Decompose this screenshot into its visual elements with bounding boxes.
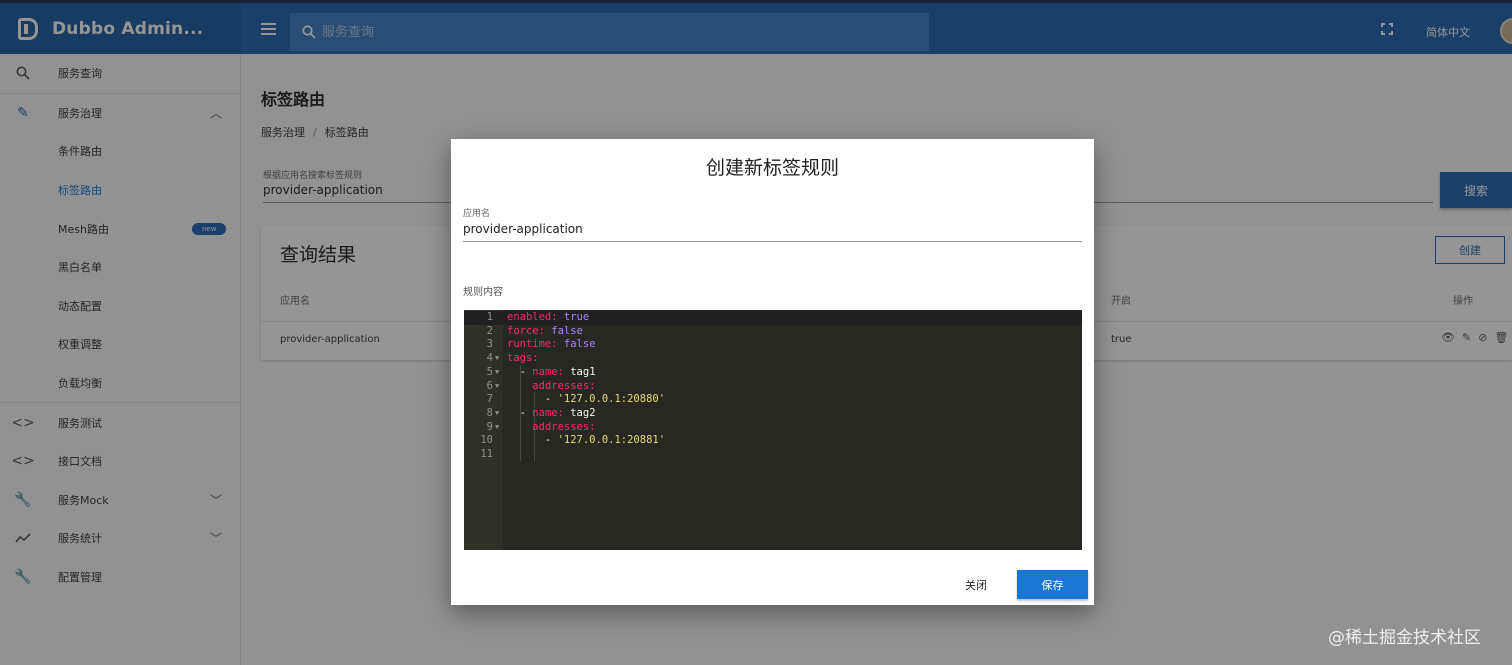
code-text: force: false [507, 324, 583, 337]
close-button[interactable]: 关闭 [954, 571, 998, 599]
line-number: 2 [486, 324, 493, 337]
code-line: 5 ▼ - name: tag1 [464, 366, 1082, 380]
line-number: 1 [486, 311, 493, 323]
code-text: enabled: true [507, 311, 590, 323]
line-number: 5 [486, 365, 493, 378]
save-button[interactable]: 保存 [1017, 570, 1088, 599]
code-text: addresses: [532, 420, 596, 433]
rule-code-editor[interactable]: 1 enabled: true 2 force: false 3 runtime… [464, 310, 1082, 550]
fold-icon[interactable]: ▼ [495, 380, 499, 394]
line-number: 8 [486, 406, 493, 419]
code-line: 7 - '127.0.0.1:20880' [464, 393, 1082, 407]
code-line: 3 runtime: false [464, 338, 1082, 352]
code-line: 10 - '127.0.0.1:20881' [464, 434, 1082, 448]
code-line: 9 ▼ addresses: [464, 421, 1082, 435]
code-text: - '127.0.0.1:20880' [507, 393, 666, 406]
fold-icon[interactable]: ▼ [495, 366, 499, 380]
code-text: runtime: false [507, 338, 596, 351]
code-line: 2 force: false [464, 325, 1082, 339]
dialog-title: 创建新标签规则 [705, 157, 839, 179]
code-text: tags: [507, 352, 539, 365]
line-number: 4 [486, 352, 493, 365]
rule-content-label: 规则内容 [463, 287, 503, 298]
app-name-field[interactable]: 应用名 provider-application [463, 206, 1082, 242]
line-number: 9 [486, 420, 493, 433]
watermark: @稀土掘金技术社区 [1328, 628, 1481, 648]
line-number: 10 [480, 434, 493, 447]
fold-icon[interactable]: ▼ [495, 421, 499, 435]
code-line: 6 ▼ addresses: [464, 380, 1082, 394]
line-number: 3 [486, 338, 493, 351]
code-line: 11 [464, 448, 1082, 462]
code-line: 4 ▼ tags: [464, 352, 1082, 366]
code-text: addresses: [532, 379, 596, 392]
code-text: - name: tag2 [507, 406, 596, 419]
code-text: - '127.0.0.1:20881' [507, 434, 666, 447]
fold-icon[interactable]: ▼ [495, 352, 499, 366]
line-number: 11 [480, 448, 493, 460]
line-number: 6 [486, 379, 493, 392]
code-text: - name: tag1 [507, 365, 596, 378]
fold-icon[interactable]: ▼ [495, 407, 499, 421]
app-name-input[interactable]: provider-application [463, 222, 1082, 236]
create-tag-rule-dialog: 创建新标签规则 应用名 provider-application 规则内容 1 … [451, 139, 1094, 605]
code-line: 8 ▼ - name: tag2 [464, 407, 1082, 421]
line-number: 7 [486, 393, 493, 406]
code-line: 1 enabled: true [464, 311, 1082, 325]
app-name-label: 应用名 [463, 209, 491, 219]
